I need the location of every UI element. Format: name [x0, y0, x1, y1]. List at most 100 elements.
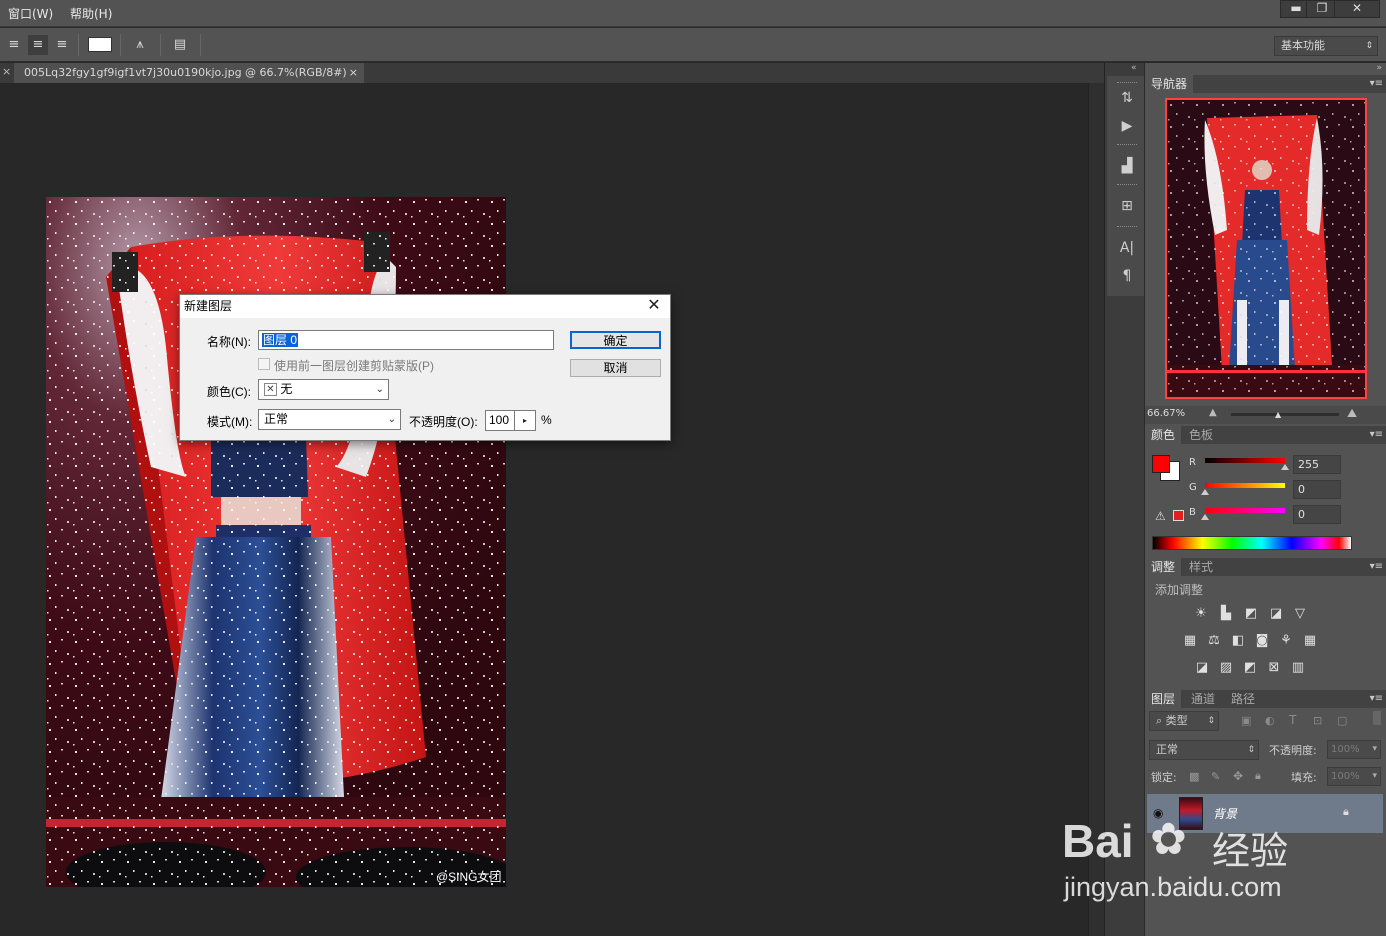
- threshold-icon[interactable]: ◩: [1241, 660, 1259, 676]
- photo-filter-icon[interactable]: ◙: [1253, 633, 1271, 649]
- zoom-in-icon[interactable]: ⛰: [1347, 406, 1357, 421]
- lock-brush-icon[interactable]: ✎: [1211, 770, 1220, 783]
- levels-icon[interactable]: ▙: [1217, 606, 1235, 622]
- tab-paths[interactable]: 路径: [1225, 690, 1261, 708]
- align-center-icon[interactable]: ≡: [28, 35, 48, 55]
- g-value-input[interactable]: 0: [1293, 480, 1341, 499]
- filter-shape-icon[interactable]: ⊡: [1313, 714, 1322, 727]
- chevron-down-icon: ▾: [1372, 771, 1377, 781]
- tab-navigator[interactable]: 导航器: [1145, 75, 1194, 93]
- mode-select[interactable]: 正常 ⌄: [258, 409, 401, 430]
- character-icon[interactable]: A|: [1117, 238, 1137, 258]
- tab-styles[interactable]: 样式: [1183, 558, 1219, 576]
- color-lookup-icon[interactable]: ▦: [1301, 633, 1319, 649]
- gamut-color-swatch[interactable]: [1173, 510, 1184, 521]
- blend-mode-select[interactable]: 正常 ⇕: [1149, 740, 1259, 760]
- foreground-color-swatch[interactable]: [1152, 455, 1170, 473]
- curves-icon[interactable]: ◩: [1242, 606, 1260, 622]
- g-slider[interactable]: [1205, 483, 1285, 488]
- color-ramp[interactable]: [1152, 536, 1352, 550]
- b-slider[interactable]: [1205, 508, 1285, 513]
- layer-name-value: 图层 0: [262, 333, 299, 347]
- close-icon[interactable]: ×: [2, 65, 11, 78]
- b-label: B: [1189, 507, 1196, 518]
- align-left-icon[interactable]: ≡: [4, 35, 24, 55]
- brightness-icon[interactable]: ☀: [1192, 606, 1210, 622]
- align-right-icon[interactable]: ≡: [52, 35, 72, 55]
- collapse-icon[interactable]: «: [1131, 63, 1137, 73]
- character-panel-icon[interactable]: ▤: [170, 35, 190, 55]
- histogram-icon[interactable]: ▟: [1117, 156, 1137, 176]
- clip-mask-checkbox[interactable]: [258, 358, 270, 370]
- expand-icon[interactable]: »: [1376, 63, 1382, 73]
- baidu-watermark: Bai ✿ 经验 jingyan.baidu.com: [1062, 810, 1382, 910]
- filter-image-icon[interactable]: ▣: [1241, 714, 1251, 727]
- tab-swatches[interactable]: 色板: [1183, 426, 1219, 444]
- r-slider-thumb[interactable]: [1281, 464, 1289, 470]
- tab-layers[interactable]: 图层: [1145, 690, 1182, 708]
- fill-input[interactable]: 100% ▾: [1327, 767, 1381, 786]
- b-slider-thumb[interactable]: [1201, 514, 1209, 520]
- selective-color-icon[interactable]: ⊠: [1265, 660, 1283, 676]
- opacity-input[interactable]: 100: [485, 410, 515, 431]
- warp-text-icon[interactable]: ⩚: [130, 35, 150, 55]
- hue-saturation-icon[interactable]: ▦: [1181, 633, 1199, 649]
- actions-play-icon[interactable]: ▶: [1117, 116, 1137, 136]
- filter-toggle[interactable]: [1373, 711, 1381, 725]
- tab-channels[interactable]: 通道: [1185, 690, 1221, 708]
- chevron-down-icon: ⌄: [387, 414, 396, 425]
- menu-help[interactable]: 帮助(H): [70, 5, 112, 22]
- panel-menu-icon[interactable]: ▾≡: [1370, 558, 1383, 576]
- layer-opacity-input[interactable]: 100% ▾: [1327, 740, 1381, 759]
- info-icon[interactable]: ⊞: [1117, 196, 1137, 216]
- channel-mixer-icon[interactable]: ⚘: [1277, 633, 1295, 649]
- workspace-select[interactable]: 基本功能 ⇕: [1274, 36, 1378, 56]
- paragraph-icon[interactable]: ¶: [1117, 266, 1137, 286]
- zoom-out-icon[interactable]: ▲: [1209, 407, 1217, 418]
- fill-value: 100%: [1331, 771, 1360, 782]
- filter-type-icon[interactable]: T: [1289, 713, 1296, 727]
- text-color-swatch[interactable]: [88, 37, 112, 52]
- lock-move-icon[interactable]: ✥: [1233, 769, 1243, 783]
- g-slider-thumb[interactable]: [1201, 489, 1209, 495]
- filter-smart-icon[interactable]: ▢: [1337, 714, 1347, 727]
- invert-icon[interactable]: ◪: [1193, 660, 1211, 676]
- color-balance-icon[interactable]: ⚖: [1205, 633, 1223, 649]
- layer-filter-select[interactable]: ⌕ 类型 ⇕: [1149, 711, 1219, 731]
- divider: [160, 34, 161, 56]
- close-window-button[interactable]: ✕: [1334, 0, 1380, 18]
- color-select[interactable]: ✕ 无 ⌄: [258, 379, 389, 400]
- tab-adjustments[interactable]: 调整: [1145, 558, 1182, 576]
- dialog-close-button[interactable]: ✕: [644, 296, 664, 316]
- close-icon[interactable]: ×: [349, 63, 358, 83]
- ok-button[interactable]: 确定: [570, 331, 661, 349]
- document-tab[interactable]: 005Lq32fgy1gf9igf1vt7j30u0190kjo.jpg @ 6…: [14, 63, 364, 83]
- history-icon[interactable]: ⇅: [1117, 88, 1137, 108]
- gamut-warning-icon[interactable]: ⚠: [1155, 509, 1166, 523]
- posterize-icon[interactable]: ▨: [1217, 660, 1235, 676]
- filter-adjustment-icon[interactable]: ◐: [1265, 714, 1275, 727]
- navigator-preview[interactable]: [1165, 98, 1367, 399]
- b-value-input[interactable]: 0: [1293, 505, 1341, 524]
- zoom-slider-thumb[interactable]: ▲: [1275, 410, 1281, 419]
- exposure-icon[interactable]: ◪: [1267, 606, 1285, 622]
- black-white-icon[interactable]: ◧: [1229, 633, 1247, 649]
- panel-menu-icon[interactable]: ▾≡: [1370, 690, 1383, 708]
- layer-name-input[interactable]: 图层 0: [258, 330, 554, 350]
- vibrance-icon[interactable]: ▽: [1291, 606, 1309, 622]
- r-slider[interactable]: [1205, 458, 1285, 463]
- r-value-input[interactable]: 255: [1293, 455, 1341, 474]
- vertical-scrollbar[interactable]: [1088, 83, 1104, 936]
- zoom-value[interactable]: 66.67%: [1147, 408, 1185, 419]
- lock-all-icon[interactable]: 🔒︎: [1255, 769, 1261, 783]
- zoom-slider[interactable]: [1231, 413, 1339, 416]
- menu-window[interactable]: 窗口(W): [8, 5, 53, 22]
- panel-menu-icon[interactable]: ▾≡: [1370, 426, 1383, 444]
- lock-pixels-icon[interactable]: ▩: [1189, 770, 1199, 783]
- gradient-map-icon[interactable]: ▥: [1289, 660, 1307, 676]
- panel-menu-icon[interactable]: ▾≡: [1370, 75, 1383, 93]
- layer-opacity-label: 不透明度:: [1269, 744, 1317, 757]
- opacity-slider-button[interactable]: ▸: [514, 410, 536, 431]
- cancel-button[interactable]: 取消: [570, 359, 661, 377]
- tab-color[interactable]: 颜色: [1145, 426, 1182, 444]
